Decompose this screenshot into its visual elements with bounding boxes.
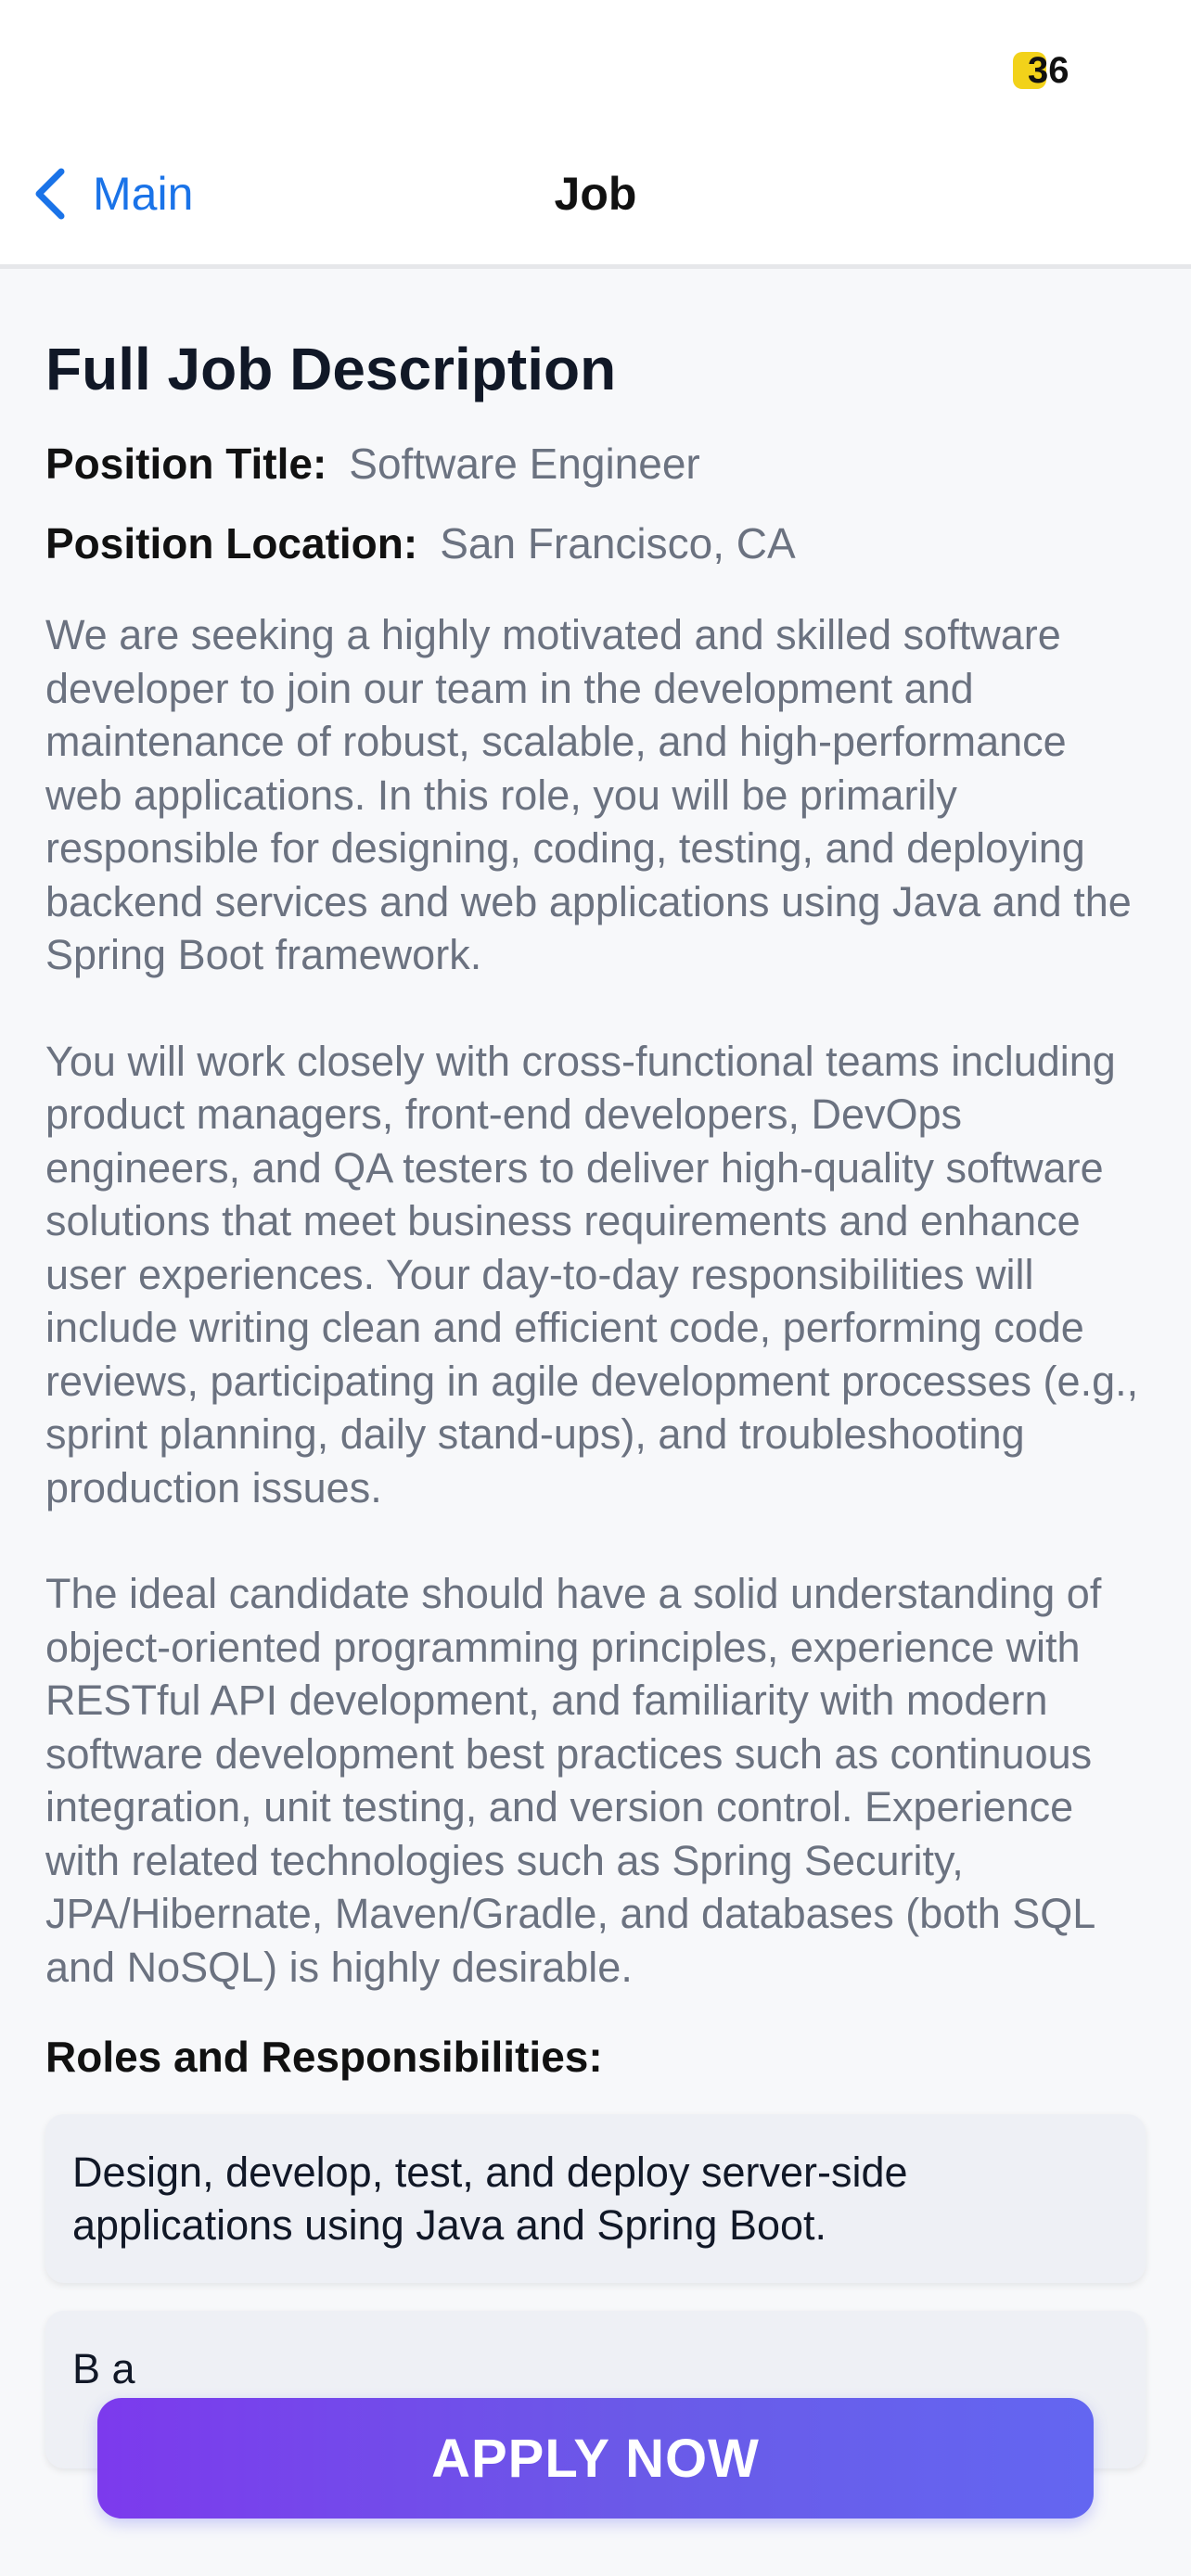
description-paragraph: The ideal candidate should have a solid … [45,1570,1102,1991]
position-title-value: Software Engineer [349,440,700,488]
job-detail-content[interactable]: Full Job Description Position Title: Soft… [45,269,1146,2468]
position-location-field: Position Location: San Francisco, CA [45,517,1146,569]
roles-heading: Roles and Responsibilities: [45,2033,603,2081]
battery-level: 36 [1028,50,1069,91]
position-title-label: Position Title: [45,440,327,488]
apply-now-button[interactable]: APPLY NOW [97,2398,1094,2519]
status-bar: 36 [0,0,1191,139]
description-paragraph: We are seeking a highly motivated and sk… [45,611,1132,978]
role-text: B a [72,2345,135,2392]
battery-indicator: 36 [1013,50,1069,91]
role-text: Design, develop, test, and deploy server… [72,2149,908,2249]
position-title-field: Position Title: Software Engineer [45,438,1146,490]
position-location-value: San Francisco, CA [440,519,796,567]
role-card: Design, develop, test, and deploy server… [45,2114,1146,2283]
job-description: We are seeking a highly motivated and sk… [45,608,1146,1994]
position-location-label: Position Location: [45,519,418,567]
navigation-bar: Main Job [0,139,1191,269]
page-title: Job [554,168,637,220]
section-heading: Full Job Description [45,336,617,402]
description-paragraph: You will work closely with cross-functio… [45,1037,1139,1511]
